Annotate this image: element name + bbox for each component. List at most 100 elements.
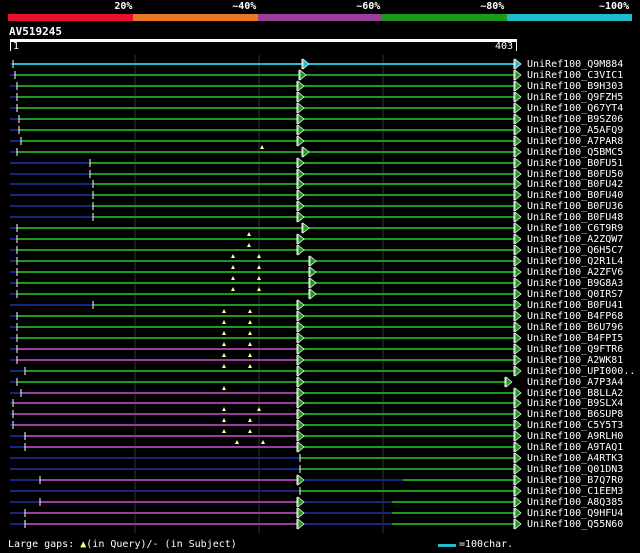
hit-label[interactable]: UniRef100_B0FU40 (527, 190, 623, 201)
hit-end-arrow (514, 408, 522, 420)
hit-end-arrow (514, 135, 522, 147)
hit-end-arrow (514, 113, 522, 125)
hit-label[interactable]: UniRef100_C6T9R9 (527, 223, 623, 234)
query-gap-marker (231, 254, 235, 258)
query-gap-marker (231, 287, 235, 291)
hit-label[interactable]: UniRef100_B0FU42 (527, 179, 623, 190)
query-gap-marker (257, 254, 261, 258)
hit-end-arrow (514, 157, 522, 169)
query-gap-marker (248, 331, 252, 335)
hit-end-arrow (297, 80, 305, 92)
hit-end-arrow (514, 124, 522, 136)
hit-label[interactable]: UniRef100_B9SLX4 (527, 398, 623, 409)
query-gap-marker (222, 418, 226, 422)
hit-end-arrow (514, 222, 522, 234)
query-gap-marker (222, 331, 226, 335)
hit-end-arrow (514, 233, 522, 245)
hit-label[interactable]: UniRef100_C1EEM3 (527, 486, 623, 497)
hit-label[interactable]: UniRef100_A2ZQW7 (527, 234, 623, 245)
query-gap-marker (222, 429, 226, 433)
hit-end-arrow (514, 397, 522, 409)
hit-label[interactable]: UniRef100_Q5BMC5 (527, 147, 623, 158)
hit-end-arrow (514, 474, 522, 486)
hit-end-arrow (514, 321, 522, 333)
hit-end-arrow (514, 496, 522, 508)
hit-end-arrow (514, 299, 522, 311)
hit-label[interactable]: UniRef100_Q01DN3 (527, 464, 623, 475)
hit-label[interactable]: UniRef100_B6SUP8 (527, 409, 623, 420)
hit-end-arrow (297, 200, 305, 212)
query-gap-marker (231, 265, 235, 269)
hit-end-arrow (514, 452, 522, 464)
hit-label[interactable]: UniRef100_B4FP68 (527, 311, 623, 322)
hit-label[interactable]: UniRef100_Q9FZH5 (527, 92, 623, 103)
hit-label[interactable]: UniRef100_Q9FTR6 (527, 344, 623, 355)
scale-swatch (438, 543, 456, 547)
hit-label[interactable]: UniRef100_B0FU41 (527, 300, 623, 311)
query-gap-marker (248, 429, 252, 433)
query-gap-marker (222, 309, 226, 313)
hit-label[interactable]: UniRef100_A2WK81 (527, 355, 623, 366)
query-gap-marker (257, 265, 261, 269)
hit-label[interactable]: UniRef100_C5Y5T3 (527, 420, 623, 431)
hit-end-arrow (302, 58, 310, 70)
hit-label[interactable]: UniRef100_A7PAR8 (527, 136, 623, 147)
hit-label[interactable]: UniRef100_Q2R1L4 (527, 256, 623, 267)
hit-end-arrow (514, 189, 522, 201)
hit-end-arrow (514, 485, 522, 497)
hit-label[interactable]: UniRef100_A4RTK3 (527, 453, 623, 464)
hit-end-arrow (297, 430, 305, 442)
query-gap-marker (261, 440, 265, 444)
hit-end-arrow (297, 397, 305, 409)
gap-legend: Large gaps: ▲(in Query)/- (in Subject) (8, 539, 237, 551)
hit-end-arrow (514, 178, 522, 190)
hit-label[interactable]: UniRef100_Q9HFU4 (527, 508, 623, 519)
hit-label[interactable]: UniRef100_C3VIC1 (527, 70, 623, 81)
hit-label[interactable]: UniRef100_A2ZFV6 (527, 267, 623, 278)
hit-end-arrow (514, 354, 522, 366)
hit-label[interactable]: UniRef100_B6U796 (527, 322, 623, 333)
hit-label[interactable]: UniRef100_B0FU36 (527, 201, 623, 212)
hit-label[interactable]: UniRef100_Q0IRS7 (527, 289, 623, 300)
query-gap-marker (248, 342, 252, 346)
hit-end-arrow (514, 310, 522, 322)
hit-label[interactable]: UniRef100_Q6H5C7 (527, 245, 623, 256)
hit-end-arrow (514, 211, 522, 223)
hit-end-arrow (514, 277, 522, 289)
hit-end-arrow (302, 222, 310, 234)
gap-legend-prefix: Large gaps: (8, 539, 81, 550)
hit-label[interactable]: UniRef100_A5AFQ9 (527, 125, 623, 136)
hit-end-arrow (514, 343, 522, 355)
hit-label[interactable]: UniRef100_B9H303 (527, 81, 623, 92)
hit-end-arrow (297, 113, 305, 125)
hit-end-arrow (514, 419, 522, 431)
hit-end-arrow (297, 408, 305, 420)
hit-end-arrow (514, 200, 522, 212)
hit-label[interactable]: UniRef100_Q67YT4 (527, 103, 623, 114)
hit-end-arrow (309, 277, 317, 289)
hit-label[interactable]: UniRef100_UPI000.. (527, 366, 635, 377)
hit-label[interactable]: UniRef100_A9RLH0 (527, 431, 623, 442)
hit-label[interactable]: UniRef100_B0FU48 (527, 212, 623, 223)
query-gap-marker (222, 386, 226, 390)
hit-end-arrow (297, 474, 305, 486)
hit-label[interactable]: UniRef100_B9SZ06 (527, 114, 623, 125)
hit-label[interactable]: UniRef100_Q55N60 (527, 519, 623, 530)
hit-end-arrow (297, 354, 305, 366)
hit-label[interactable]: UniRef100_B0FU51 (527, 158, 623, 169)
hit-label[interactable]: UniRef100_A8Q385 (527, 497, 623, 508)
hit-end-arrow (297, 168, 305, 180)
hit-label[interactable]: UniRef100_A7P3A4 (527, 377, 623, 388)
hit-end-arrow (297, 321, 305, 333)
hit-label[interactable]: UniRef100_A9TAQ1 (527, 442, 623, 453)
hit-label[interactable]: UniRef100_B7Q7R0 (527, 475, 623, 486)
hit-label[interactable]: UniRef100_B4FPI5 (527, 333, 623, 344)
hit-end-arrow (297, 310, 305, 322)
hit-label[interactable]: UniRef100_Q9M884 (527, 59, 623, 70)
query-gap-marker (235, 440, 239, 444)
query-gap-marker (248, 353, 252, 357)
hit-label[interactable]: UniRef100_B9G8A3 (527, 278, 623, 289)
scale-text: =100char. (459, 539, 514, 550)
hit-end-arrow (297, 332, 305, 344)
hit-end-arrow (514, 102, 522, 114)
